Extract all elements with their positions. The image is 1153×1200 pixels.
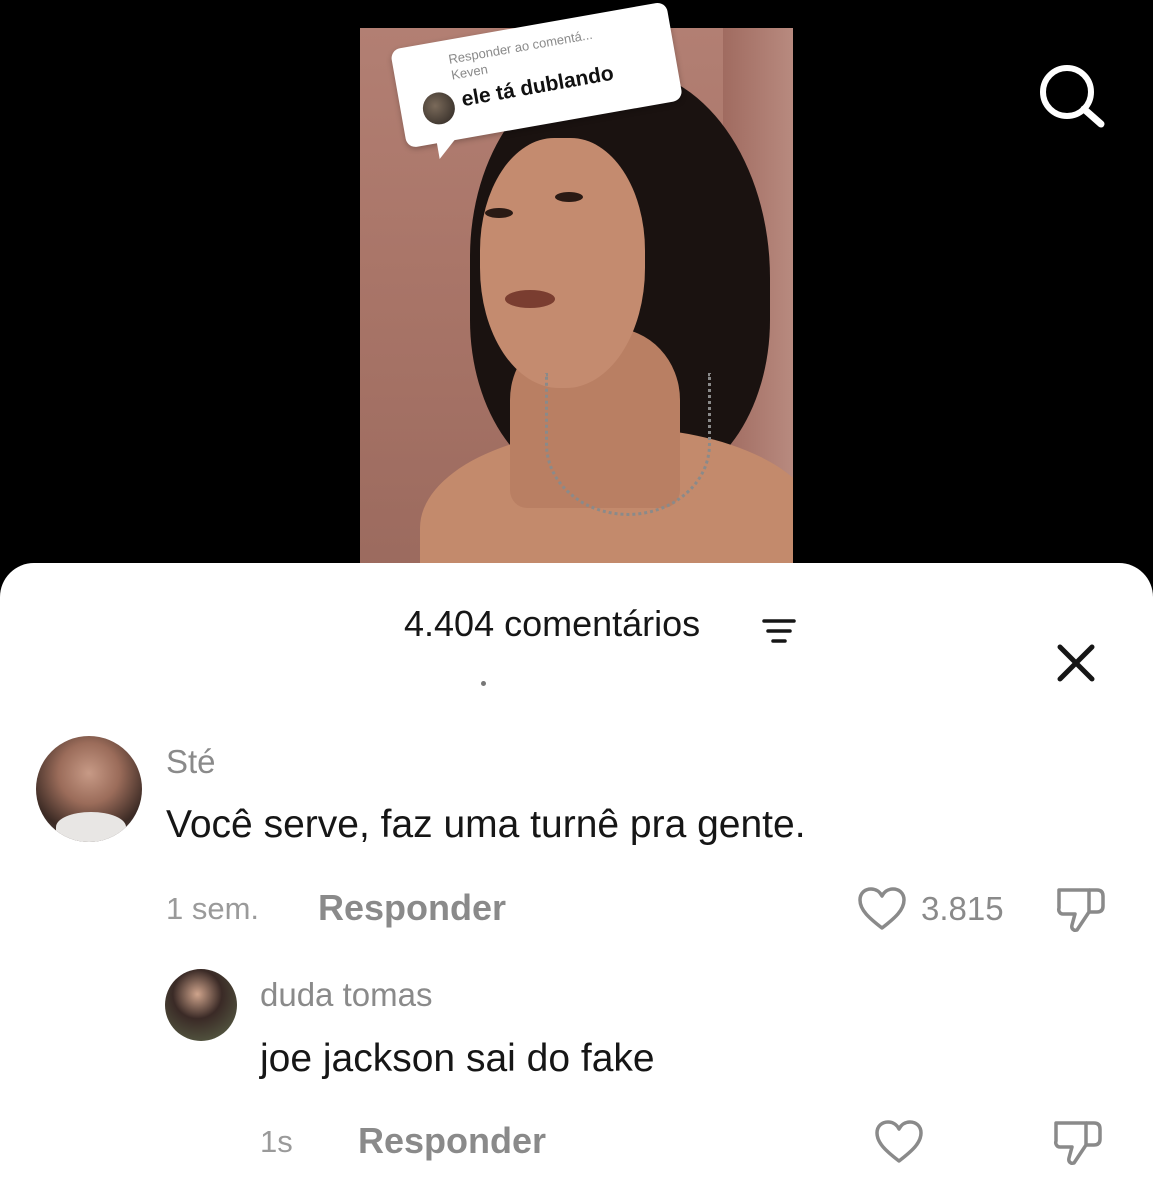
reply-timestamp: 1s: [260, 1124, 293, 1159]
video-subject-face: [480, 138, 645, 388]
search-icon: [1040, 65, 1105, 128]
reply-username[interactable]: duda tomas: [260, 976, 432, 1014]
dislike-button[interactable]: [1055, 884, 1107, 934]
avatar-shirt: [56, 812, 126, 842]
avatar[interactable]: [165, 969, 237, 1041]
video-area[interactable]: Responder ao comentá... Keven ele tá dub…: [0, 0, 1153, 580]
heart-icon: [875, 1120, 923, 1163]
video-subject-eye: [485, 208, 513, 218]
dislike-button[interactable]: [1052, 1117, 1104, 1167]
video-subject-eye: [555, 192, 583, 202]
video-subject-necklace: [545, 373, 711, 516]
sort-filter-button[interactable]: [762, 617, 798, 645]
comments-sheet: 4.404 comentários Sté Você serve, faz um…: [0, 563, 1153, 1200]
thumbs-down-icon: [1057, 888, 1105, 932]
comment-timestamp: 1 sem.: [166, 891, 260, 926]
thumbs-down-icon: [1054, 1121, 1102, 1165]
reply-sticker-avatar: [420, 89, 458, 127]
reply-button[interactable]: Responder: [358, 1120, 546, 1162]
avatar[interactable]: [36, 736, 142, 842]
video-subject-mouth: [505, 290, 555, 308]
like-button[interactable]: [857, 886, 907, 932]
comment-text: Você serve, faz uma turnê pra gente.: [166, 803, 806, 846]
reply-button[interactable]: Responder: [318, 887, 506, 929]
search-button[interactable]: [1035, 60, 1107, 132]
comment-count-label: 4.404 comentários: [404, 603, 701, 644]
reply-text: joe jackson sai do fake: [260, 1037, 655, 1080]
close-comments-button[interactable]: [1054, 641, 1098, 685]
comments-header: 4.404 comentários: [0, 603, 1153, 682]
heart-icon: [858, 887, 906, 930]
filter-icon: [762, 619, 796, 643]
like-count: 3.815: [921, 890, 1004, 927]
comment-username[interactable]: Sté: [166, 743, 216, 781]
close-icon: [1057, 644, 1095, 682]
scroll-indicator: [481, 681, 486, 686]
like-button[interactable]: [874, 1119, 924, 1165]
